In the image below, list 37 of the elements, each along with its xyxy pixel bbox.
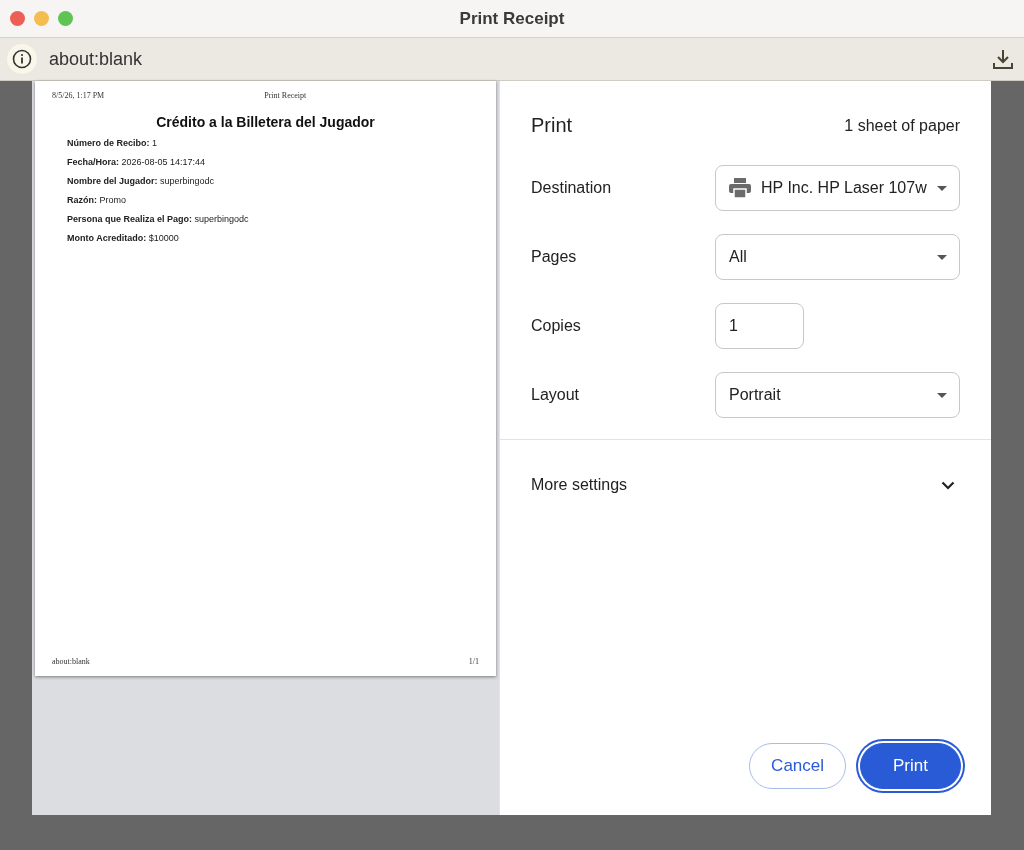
setting-label: Pages: [531, 248, 578, 266]
receipt-field: Razón: Promo: [67, 195, 479, 206]
setting-select[interactable]: All: [715, 234, 960, 280]
page-header-date: 8/5/26, 1:17 PM: [52, 91, 105, 100]
receipt-field: Fecha/Hora: 2026-08-05 14:17:44: [67, 157, 479, 168]
info-button[interactable]: [7, 44, 37, 74]
setting-label: Copies: [531, 317, 582, 335]
download-icon[interactable]: [992, 48, 1014, 70]
print-title: Print: [531, 114, 573, 137]
sheet-count: 1 sheet of paper: [844, 116, 960, 135]
minimize-button[interactable]: [34, 11, 49, 26]
receipt-field: Persona que Realiza el Pago: superbingodc: [67, 214, 479, 225]
page-header-title: Print Receipt: [264, 91, 307, 100]
dropdown-caret-icon: [937, 185, 947, 191]
setting-label: Destination: [531, 179, 613, 197]
dropdown-caret-icon: [937, 392, 947, 398]
receipt-heading: Crédito a la Billetera del Jugador: [155, 114, 376, 130]
more-settings-label: More settings: [531, 476, 628, 494]
address-text: about:blank: [49, 48, 144, 70]
destination-select[interactable]: HP Inc. HP Laser 107w: [715, 165, 960, 211]
copies-field[interactable]: 1: [715, 303, 804, 349]
receipt-field: Monto Acreditado: $10000: [67, 233, 479, 244]
printer-icon: [729, 178, 751, 198]
more-settings-toggle[interactable]: More settings: [500, 440, 991, 494]
close-button[interactable]: [10, 11, 25, 26]
dropdown-caret-icon: [937, 254, 947, 260]
setting-select[interactable]: Portrait: [715, 372, 960, 418]
window-title: Print Receipt: [459, 8, 565, 29]
zoom-button[interactable]: [58, 11, 73, 26]
info-icon: [12, 49, 32, 69]
cancel-button[interactable]: Cancel: [749, 743, 847, 789]
page-number: 1/1: [468, 657, 479, 666]
page-footer-url: about:blank: [52, 657, 90, 666]
receipt-field: Nombre del Jugador: superbingodc: [67, 176, 479, 187]
chevron-icon: [941, 480, 955, 490]
setting-label: Layout: [531, 386, 581, 404]
receipt-field: Número de Recibo: 1: [67, 138, 479, 149]
